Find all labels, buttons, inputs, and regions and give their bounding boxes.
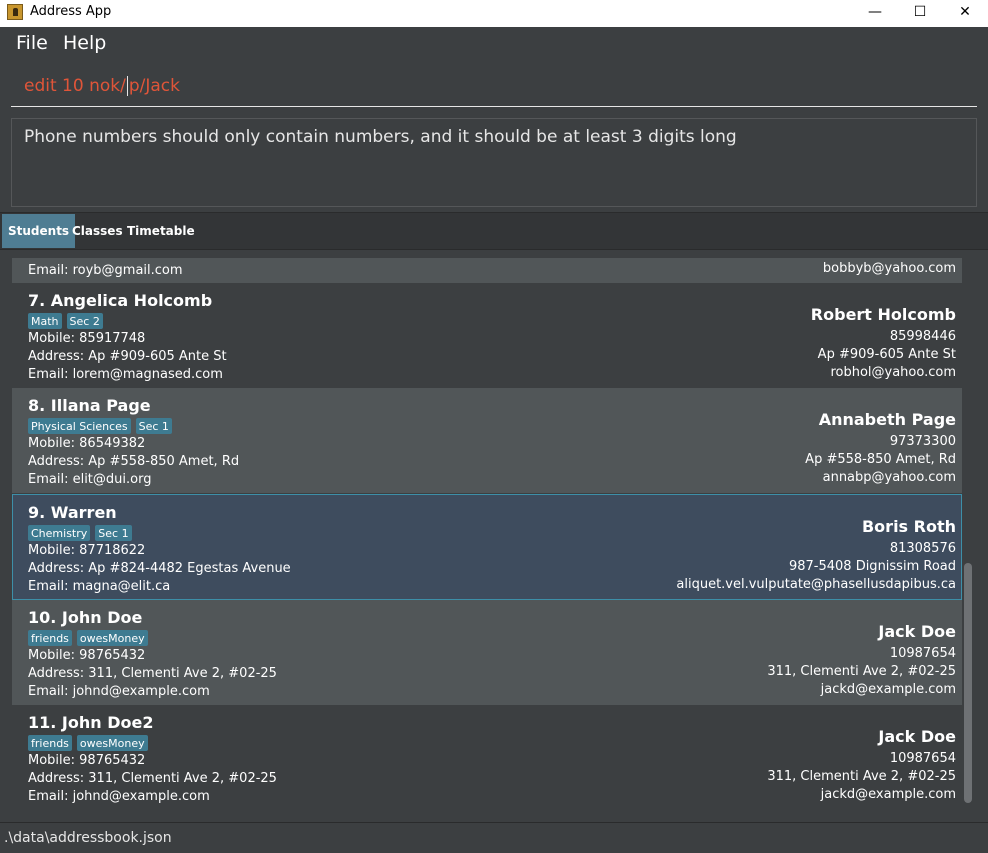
nok-email: jackd@example.com [820,682,956,697]
nok-name: Jack Doe [878,727,956,746]
tag-list: friends owesMoney [28,630,148,646]
tab-timetable[interactable]: Timetable [121,214,201,248]
tab-classes[interactable]: Classes [66,214,129,248]
student-email: Email: johnd@example.com [28,789,210,804]
tag: friends [28,735,72,751]
student-email: Email: royb@gmail.com [28,263,183,278]
tag-list: Chemistry Sec 1 [28,525,132,541]
app-icon [7,4,23,20]
student-name: 7. Angelica Holcomb [28,291,213,310]
nok-name: Boris Roth [861,517,956,536]
tab-bar: Students Classes Timetable [0,212,988,250]
minimize-button[interactable]: — [852,0,898,27]
student-address: Address: Ap #558-850 Amet, Rd [28,454,240,469]
nok-phone: 10987654 [889,751,956,766]
nok-email: robhol@yahoo.com [830,365,956,380]
student-mobile: Mobile: 98765432 [28,648,146,663]
student-name: 9. Warren [28,503,117,522]
student-mobile: Mobile: 87718622 [28,543,146,558]
tag: Math [28,313,62,329]
nok-phone: 10987654 [889,646,956,661]
command-input[interactable]: edit 10 nok/p/Jack [11,63,977,107]
tag: friends [28,630,72,646]
student-name: 8. Illana Page [28,396,151,415]
tag: Sec 2 [66,313,103,329]
tag: owesMoney [76,630,148,646]
student-card-partial[interactable]: Email: royb@gmail.com bobbyb@yahoo.com [12,258,962,283]
nok-email: aliquet.vel.vulputate@phasellusdapibus.c… [676,577,956,592]
nok-name: Robert Holcomb [810,305,956,324]
student-email: Email: johnd@example.com [28,684,210,699]
nok-phone: 85998446 [889,329,956,344]
tag: owesMoney [76,735,148,751]
command-text: edit 10 nok/p/Jack [24,76,180,96]
nok-email: bobbyb@yahoo.com [822,261,956,276]
nok-name: Annabeth Page [818,410,956,429]
nok-address: 987-5408 Dignissim Road [788,559,956,574]
student-mobile: Mobile: 98765432 [28,753,146,768]
nok-address: Ap #909-605 Ante St [817,347,956,362]
menu-help[interactable]: Help [63,32,106,54]
student-address: Address: Ap #824-4482 Egestas Avenue [28,561,291,576]
student-address: Address: Ap #909-605 Ante St [28,349,227,364]
menu-bar: File Help [0,27,988,62]
scrollbar-thumb[interactable] [964,563,972,803]
close-button[interactable]: ✕ [942,0,988,27]
student-address: Address: 311, Clementi Ave 2, #02-25 [28,771,277,786]
tag: Sec 1 [95,525,132,541]
result-message: Phone numbers should only contain number… [24,127,737,147]
maximize-button[interactable]: ☐ [897,0,943,27]
nok-phone: 97373300 [889,434,956,449]
data-file-path: .\data\addressbook.json [4,830,172,846]
title-bar: Address App — ☐ ✕ [0,0,988,27]
student-email: Email: elit@dui.org [28,472,152,487]
list-scrollbar[interactable] [962,258,976,810]
student-card[interactable]: 11. John Doe2 friends owesMoney Mobile: … [12,705,962,810]
nok-address: Ap #558-850 Amet, Rd [805,452,956,467]
tag: Sec 1 [135,418,172,434]
command-text-before-caret: edit 10 nok/ [24,76,126,96]
tag-list: Math Sec 2 [28,313,103,329]
nok-address: 311, Clementi Ave 2, #02-25 [767,769,956,784]
window-title: Address App [30,4,112,19]
command-text-after-caret: p/Jack [128,76,180,96]
tag-list: friends owesMoney [28,735,148,751]
student-name: 10. John Doe [28,608,143,627]
status-bar: .\data\addressbook.json [0,822,988,853]
result-display: Phone numbers should only contain number… [11,118,977,207]
student-email: Email: lorem@magnased.com [28,367,223,382]
menu-file[interactable]: File [16,32,48,54]
nok-email: annabp@yahoo.com [822,470,956,485]
student-name: 11. John Doe2 [28,713,154,732]
nok-email: jackd@example.com [820,787,956,802]
student-card[interactable]: 7. Angelica Holcomb Math Sec 2 Mobile: 8… [12,283,962,388]
student-card[interactable]: 8. Illana Page Physical Sciences Sec 1 M… [12,388,962,493]
student-card-selected[interactable]: 9. Warren Chemistry Sec 1 Mobile: 877186… [12,494,962,600]
text-caret [126,76,128,96]
student-address: Address: 311, Clementi Ave 2, #02-25 [28,666,277,681]
tag: Chemistry [28,525,91,541]
student-mobile: Mobile: 86549382 [28,436,146,451]
student-card[interactable]: 10. John Doe friends owesMoney Mobile: 9… [12,600,962,705]
nok-name: Jack Doe [878,622,956,641]
student-mobile: Mobile: 85917748 [28,331,146,346]
tag-list: Physical Sciences Sec 1 [28,418,172,434]
student-email: Email: magna@elit.ca [28,579,171,594]
nok-phone: 81308576 [889,541,956,556]
student-list[interactable]: Email: royb@gmail.com bobbyb@yahoo.com 7… [12,258,962,810]
tab-students[interactable]: Students [2,214,76,248]
tag: Physical Sciences [28,418,131,434]
nok-address: 311, Clementi Ave 2, #02-25 [767,664,956,679]
